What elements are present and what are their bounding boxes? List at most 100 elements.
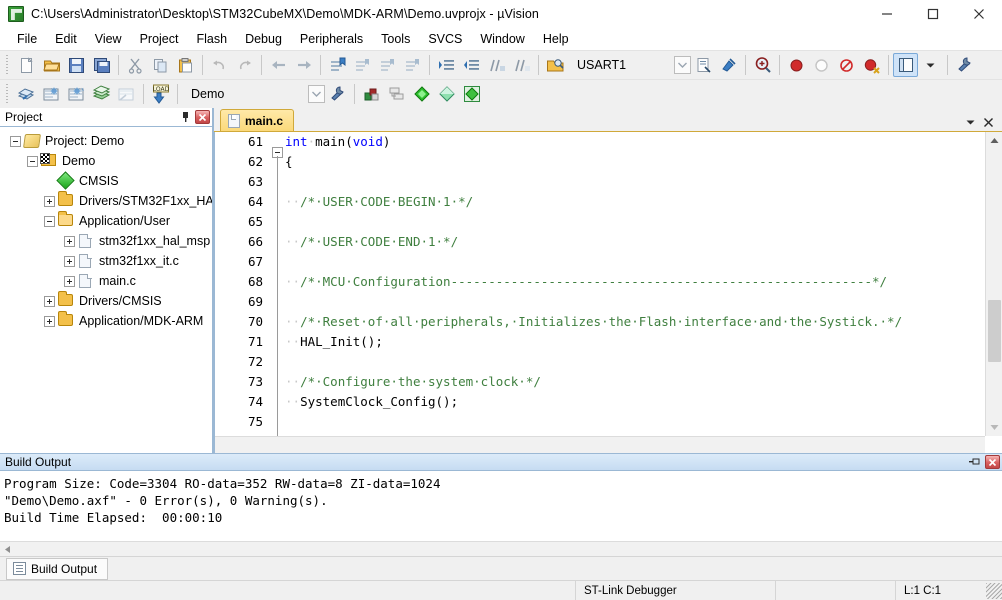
bookmark-prev-icon[interactable] xyxy=(350,53,375,77)
editor-vertical-scrollbar[interactable] xyxy=(985,132,1002,436)
bookmark-next-icon[interactable] xyxy=(375,53,400,77)
batch-build-icon[interactable] xyxy=(89,82,114,106)
maximize-button[interactable] xyxy=(910,0,956,28)
save-icon[interactable] xyxy=(64,53,89,77)
find-in-files-button-icon[interactable] xyxy=(691,53,716,77)
menu-flash[interactable]: Flash xyxy=(187,29,236,49)
expander-icon[interactable] xyxy=(44,315,55,327)
navigate-forward-icon[interactable] xyxy=(291,53,316,77)
target-options-icon[interactable] xyxy=(325,82,350,106)
window-layout-chevron-down-icon[interactable] xyxy=(918,53,943,77)
scroll-up-icon[interactable] xyxy=(986,132,1002,149)
configuration-wizard-icon[interactable] xyxy=(952,53,977,77)
code-line[interactable]: 72 xyxy=(215,352,985,372)
manage-rte-icon[interactable] xyxy=(409,82,434,106)
menu-tools[interactable]: Tools xyxy=(372,29,419,49)
code-line[interactable]: 74 ··SystemClock_Config(); xyxy=(215,392,985,412)
breakpoint-disable-icon[interactable] xyxy=(809,53,834,77)
tree-item-demo[interactable]: Demo xyxy=(0,151,212,171)
pack-installer-icon[interactable] xyxy=(434,82,459,106)
tree-item-stm32f1xx-hal-msp[interactable]: stm32f1xx_hal_msp xyxy=(0,231,212,251)
code-line[interactable]: 65 xyxy=(215,212,985,232)
bookmark-clear-icon[interactable] xyxy=(400,53,425,77)
code-line[interactable]: 64 ··/*·USER·CODE·BEGIN·1·*/ xyxy=(215,192,985,212)
menu-debug[interactable]: Debug xyxy=(236,29,291,49)
undo-icon[interactable] xyxy=(207,53,232,77)
find-icon[interactable] xyxy=(750,53,775,77)
editor-chevron-down-icon[interactable] xyxy=(962,113,978,131)
new-file-icon[interactable] xyxy=(14,53,39,77)
menu-edit[interactable]: Edit xyxy=(46,29,86,49)
copy-icon[interactable] xyxy=(148,53,173,77)
code-line[interactable]: 68 ··/*·MCU·Configuration----------------… xyxy=(215,272,985,292)
expander-icon[interactable] xyxy=(10,135,21,147)
code-line[interactable]: 61 int·main(void) xyxy=(215,132,985,152)
bottom-tab-build-output[interactable]: Build Output xyxy=(6,557,109,580)
translate-file-icon[interactable] xyxy=(14,82,39,106)
expander-icon[interactable] xyxy=(44,295,55,307)
find-target-dropdown[interactable] xyxy=(674,56,691,74)
scroll-down-icon[interactable] xyxy=(986,419,1002,436)
open-file-icon[interactable] xyxy=(39,53,64,77)
navigate-back-icon[interactable] xyxy=(266,53,291,77)
code-line[interactable]: 70 ··/*·Reset·of·all·peripherals,·Initial… xyxy=(215,312,985,332)
indent-decrease-icon[interactable] xyxy=(459,53,484,77)
tree-item-cmsis[interactable]: CMSIS xyxy=(0,170,212,191)
tree-item-stm32f1xx-it-c[interactable]: stm32f1xx_it.c xyxy=(0,251,212,271)
cut-icon[interactable] xyxy=(123,53,148,77)
close-button[interactable] xyxy=(956,0,1002,28)
save-all-icon[interactable] xyxy=(89,53,114,77)
redo-icon[interactable] xyxy=(232,53,257,77)
menu-view[interactable]: View xyxy=(86,29,131,49)
find-target-combo[interactable]: USART1 xyxy=(574,55,674,75)
build-target-icon[interactable] xyxy=(39,82,64,106)
build-output-horizontal-scrollbar[interactable] xyxy=(0,541,1002,556)
bookmark-toggle-icon[interactable] xyxy=(325,53,350,77)
toolbar-grip[interactable] xyxy=(4,55,11,75)
expander-icon[interactable] xyxy=(44,215,55,227)
code-editor[interactable]: 61 int·main(void) 62 {63 64 ··/*·USER·CODE·BE… xyxy=(214,132,1002,453)
breakpoint-disable-all-icon[interactable] xyxy=(859,53,884,77)
resize-grip-icon[interactable] xyxy=(986,582,1002,599)
code-line[interactable]: 67 xyxy=(215,252,985,272)
code-line[interactable]: 66 ··/*·USER·CODE·END·1·*/ xyxy=(215,232,985,252)
software-packs-icon[interactable] xyxy=(459,82,484,106)
toolbar-grip[interactable] xyxy=(4,84,11,104)
pin-icon[interactable] xyxy=(177,110,193,125)
build-output-close-icon[interactable] xyxy=(985,455,1000,469)
tree-item-application-user[interactable]: Application/User xyxy=(0,211,212,231)
code-line[interactable]: 69 xyxy=(215,292,985,312)
code-line[interactable]: 75 xyxy=(215,412,985,432)
menu-file[interactable]: File xyxy=(8,29,46,49)
tree-item-drivers-cmsis[interactable]: Drivers/CMSIS xyxy=(0,291,212,311)
menu-svcs[interactable]: SVCS xyxy=(419,29,471,49)
expander-icon[interactable] xyxy=(27,155,38,167)
rebuild-all-icon[interactable] xyxy=(64,82,89,106)
insert-bookmark-icon[interactable] xyxy=(716,53,741,77)
download-icon[interactable]: LOAD xyxy=(148,82,173,106)
expander-icon[interactable] xyxy=(64,275,75,287)
editor-horizontal-scrollbar[interactable] xyxy=(215,436,985,453)
scroll-left-icon[interactable] xyxy=(0,545,15,554)
breakpoint-icon[interactable] xyxy=(784,53,809,77)
indent-increase-icon[interactable] xyxy=(434,53,459,77)
uncomment-lines-icon[interactable] xyxy=(509,53,534,77)
expander-icon[interactable] xyxy=(64,255,75,267)
code-line[interactable]: 73 ··/*·Configure·the·system·clock·*/ xyxy=(215,372,985,392)
code-line[interactable]: 63 xyxy=(215,172,985,192)
manage-project-items-icon[interactable] xyxy=(359,82,384,106)
expander-icon[interactable] xyxy=(44,195,55,207)
window-layout-icon[interactable] xyxy=(893,53,918,77)
code-line[interactable]: 62 { xyxy=(215,152,985,172)
target-selector-combo[interactable]: Demo xyxy=(188,84,308,104)
tree-item-application-mdk-arm[interactable]: Application/MDK-ARM xyxy=(0,311,212,331)
tree-item-drivers-stm32f1xx-hal[interactable]: Drivers/STM32F1xx_HA xyxy=(0,191,212,211)
pin-icon[interactable] xyxy=(967,455,983,470)
editor-close-icon[interactable] xyxy=(980,113,996,131)
menu-window[interactable]: Window xyxy=(471,29,533,49)
project-panel-close-icon[interactable] xyxy=(195,110,210,124)
menu-peripherals[interactable]: Peripherals xyxy=(291,29,372,49)
menu-project[interactable]: Project xyxy=(131,29,188,49)
menu-help[interactable]: Help xyxy=(534,29,578,49)
tree-item-main-c[interactable]: main.c xyxy=(0,271,212,291)
